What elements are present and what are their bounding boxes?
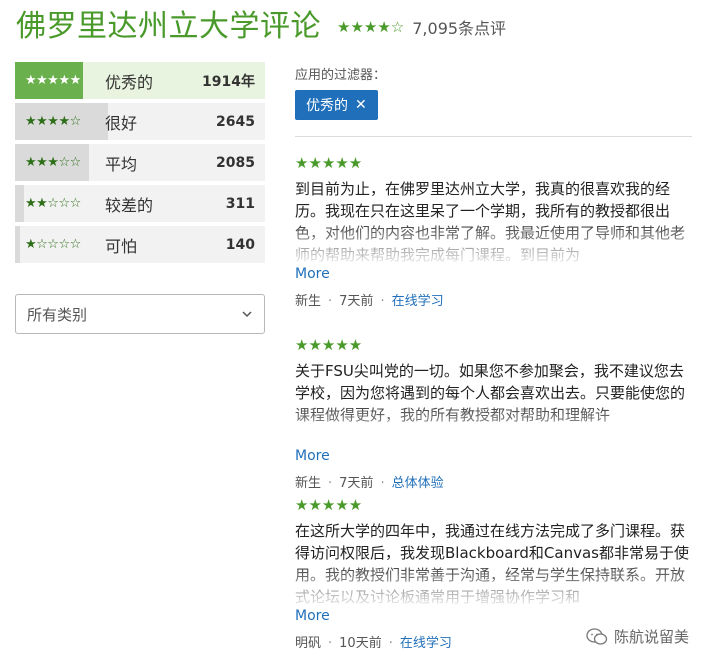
separator-dot: · bbox=[328, 476, 333, 491]
rating-bar-label: 很好 bbox=[105, 113, 138, 133]
review-stars: ★★★★★ bbox=[295, 154, 363, 172]
rating-bar-label: 较差的 bbox=[105, 195, 154, 215]
review-item: ★★★★★ 到目前为止，在佛罗里达州立大学，我真的很喜欢我的经历。我现在只在这里… bbox=[295, 154, 695, 309]
review-item: ★★★★★ 关于FSU尖叫党的一切。如果您不参加聚会，我不建议您去学校，因为您将… bbox=[295, 336, 695, 491]
review-category-link[interactable]: 在线学习 bbox=[400, 636, 452, 651]
review-author: 新生 bbox=[295, 476, 322, 491]
review-text: 关于FSU尖叫党的一切。如果您不参加聚会，我不建议您去学校，因为您将遇到的每个人… bbox=[295, 362, 686, 424]
review-time: 7天前 bbox=[339, 476, 374, 491]
review-count: 7,095条点评 bbox=[412, 19, 507, 38]
filter-chip-label: 优秀的 bbox=[306, 98, 348, 114]
separator-dot: · bbox=[388, 636, 393, 651]
watermark: 陈航说留美 bbox=[586, 626, 689, 647]
page-header: 佛罗里达州立大学评论 ★★★★☆ 7,095条点评 bbox=[16, 8, 506, 46]
rating-bar-count: 2645 bbox=[216, 113, 255, 130]
divider bbox=[295, 136, 692, 137]
more-link[interactable]: More bbox=[295, 446, 695, 466]
category-selected-value: 所有类别 bbox=[27, 305, 88, 324]
chat-bubble-icon bbox=[586, 627, 608, 645]
rating-bar-stars: ★☆☆☆☆ bbox=[25, 237, 81, 252]
rating-bar-stars: ★★★☆☆ bbox=[25, 155, 81, 170]
rating-bar-count: 140 bbox=[225, 236, 255, 253]
review-category-link[interactable]: 总体体验 bbox=[392, 476, 444, 491]
reviews-page: 佛罗里达州立大学评论 ★★★★☆ 7,095条点评 ★★★★★ 优秀的 1914… bbox=[0, 0, 711, 663]
overall-rating-stars: ★★★★☆ bbox=[337, 18, 405, 36]
rating-bar-label: 平均 bbox=[105, 154, 138, 174]
review-author: 新生 bbox=[295, 294, 322, 309]
page-title: 佛罗里达州立大学评论 bbox=[16, 9, 321, 44]
rating-bar-average[interactable]: ★★★☆☆ 平均 2085 bbox=[15, 144, 265, 181]
rating-bar-excellent[interactable]: ★★★★★ 优秀的 1914年 bbox=[15, 62, 265, 99]
applied-filters-label: 应用的过滤器： bbox=[295, 68, 387, 83]
category-dropdown[interactable]: 所有类别 bbox=[15, 294, 265, 334]
review-text-container: 到目前为止，在佛罗里达州立大学，我真的很喜欢我的经历。我现在只在这里呆了一个学期… bbox=[295, 178, 695, 264]
more-link[interactable]: More bbox=[295, 264, 695, 284]
separator-dot: · bbox=[380, 294, 385, 309]
rating-bar-count: 2085 bbox=[216, 154, 255, 171]
review-text-container: 在这所大学的四年中，我通过在线方法完成了多门课程。获得访问权限后，我发现Blac… bbox=[295, 520, 695, 606]
rating-bar-count: 311 bbox=[225, 195, 255, 212]
rating-bar-stars: ★★★★☆ bbox=[25, 114, 81, 129]
close-icon[interactable]: ✕ bbox=[355, 97, 367, 113]
rating-bar-terrible[interactable]: ★☆☆☆☆ 可怕 140 bbox=[15, 226, 265, 263]
separator-dot: · bbox=[328, 294, 333, 309]
separator-dot: · bbox=[328, 636, 333, 651]
review-meta: 新生 · 7天前 · 总体体验 bbox=[295, 472, 695, 491]
review-author: 明矾 bbox=[295, 636, 322, 651]
review-text: 在这所大学的四年中，我通过在线方法完成了多门课程。获得访问权限后，我发现Blac… bbox=[295, 522, 689, 606]
watermark-text: 陈航说留美 bbox=[613, 628, 689, 646]
review-stars: ★★★★★ bbox=[295, 336, 363, 354]
rating-bar-stars: ★★☆☆☆ bbox=[25, 196, 81, 211]
rating-bar-poor[interactable]: ★★☆☆☆ 较差的 311 bbox=[15, 185, 265, 222]
separator-dot: · bbox=[380, 476, 385, 491]
review-text: 到目前为止，在佛罗里达州立大学，我真的很喜欢我的经历。我现在只在这里呆了一个学期… bbox=[295, 180, 686, 264]
rating-bar-label: 优秀的 bbox=[105, 72, 154, 92]
rating-bar-count: 1914年 bbox=[202, 73, 255, 90]
review-meta: 新生 · 7天前 · 在线学习 bbox=[295, 290, 695, 309]
review-stars: ★★★★★ bbox=[295, 496, 363, 514]
rating-bar-stars: ★★★★★ bbox=[25, 73, 81, 88]
review-time: 7天前 bbox=[339, 294, 374, 309]
rating-bar-label: 可怕 bbox=[105, 236, 138, 256]
rating-bar-very-good[interactable]: ★★★★☆ 很好 2645 bbox=[15, 103, 265, 140]
review-text-container: 关于FSU尖叫党的一切。如果您不参加聚会，我不建议您去学校，因为您将遇到的每个人… bbox=[295, 360, 695, 446]
more-link[interactable]: More bbox=[295, 606, 695, 626]
review-category-link[interactable]: 在线学习 bbox=[392, 294, 444, 309]
rating-breakdown: ★★★★★ 优秀的 1914年 ★★★★☆ 很好 2645 ★★★☆☆ 平均 2… bbox=[15, 62, 265, 267]
chevron-down-icon bbox=[242, 311, 252, 318]
filter-chip-excellent[interactable]: 优秀的 ✕ bbox=[295, 90, 378, 120]
review-time: 10天前 bbox=[339, 636, 382, 651]
